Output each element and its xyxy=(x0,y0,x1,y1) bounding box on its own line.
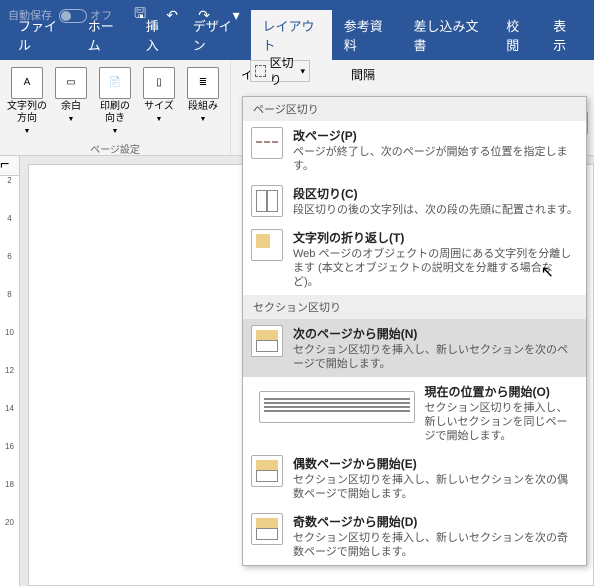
orientation-icon: 📄 xyxy=(99,67,131,99)
text-direction-button[interactable]: A文字列の 方向▼ xyxy=(6,64,48,141)
orientation-button[interactable]: 📄印刷の 向き▼ xyxy=(94,64,136,141)
margins-button[interactable]: ▭余白▼ xyxy=(50,64,92,141)
page-break-icon xyxy=(251,127,283,159)
tab-layout[interactable]: レイアウト xyxy=(251,10,332,60)
menu-item-even-page[interactable]: 偶数ページから開始(E)セクション区切りを挿入し、新しいセクションを次の偶数ペー… xyxy=(243,449,586,507)
columns-button[interactable]: ≣段組み▼ xyxy=(182,64,224,141)
continuous-section-icon xyxy=(259,391,415,423)
menu-item-text-wrap[interactable]: 文字列の折り返し(T)Web ページのオブジェクトの周囲にある文字列を分離します… xyxy=(243,223,586,295)
menu-header-section: セクション区切り xyxy=(243,295,586,319)
breaks-dropdown-button[interactable]: 区切り xyxy=(250,60,310,82)
size-icon: ▯ xyxy=(143,67,175,99)
autosave-toggle[interactable] xyxy=(59,9,87,23)
ruler-corner: ⌐ xyxy=(0,156,20,176)
page-setup-group: A文字列の 方向▼ ▭余白▼ 📄印刷の 向き▼ ▯サイズ▼ ≣段組み▼ ページ設… xyxy=(0,60,231,155)
tab-view[interactable]: 表示 xyxy=(541,10,588,60)
vertical-ruler: 246 81012 141618 20 xyxy=(0,156,20,586)
menu-item-column-break[interactable]: 段区切り(C)段区切りの後の文字列は、次の段の先頭に配置されます。 xyxy=(243,179,586,223)
odd-page-section-icon xyxy=(251,513,283,545)
menu-item-next-page[interactable]: 次のページから開始(N)セクション区切りを挿入し、新しいセクションを次のページで… xyxy=(243,319,586,377)
tab-mailmerge[interactable]: 差し込み文書 xyxy=(402,10,495,60)
tab-references[interactable]: 参考資料 xyxy=(332,10,402,60)
even-page-section-icon xyxy=(251,455,283,487)
margins-icon: ▭ xyxy=(55,67,87,99)
menu-item-odd-page[interactable]: 奇数ページから開始(D)セクション区切りを挿入し、新しいセクションを次の奇数ペー… xyxy=(243,507,586,565)
text-direction-icon: A xyxy=(11,67,43,99)
tab-review[interactable]: 校閲 xyxy=(494,10,541,60)
columns-icon: ≣ xyxy=(187,67,219,99)
breaks-menu: ページ区切り 改ページ(P)ページが終了し、次のページが開始する位置を指定します… xyxy=(242,96,587,566)
column-break-icon xyxy=(251,185,283,217)
tab-insert[interactable]: 挿入 xyxy=(134,10,181,60)
menu-header-page: ページ区切り xyxy=(243,97,586,121)
spacing-label: 間隔 xyxy=(351,66,375,83)
text-wrap-icon xyxy=(251,229,283,261)
menu-item-page-break[interactable]: 改ページ(P)ページが終了し、次のページが開始する位置を指定します。 xyxy=(243,121,586,179)
size-button[interactable]: ▯サイズ▼ xyxy=(138,64,180,141)
menu-item-continuous[interactable]: 現在の位置から開始(O)セクション区切りを挿入し、新しいセクションを同じページで… xyxy=(243,377,586,449)
next-page-section-icon xyxy=(251,325,283,357)
tab-design[interactable]: デザイン xyxy=(181,10,251,60)
